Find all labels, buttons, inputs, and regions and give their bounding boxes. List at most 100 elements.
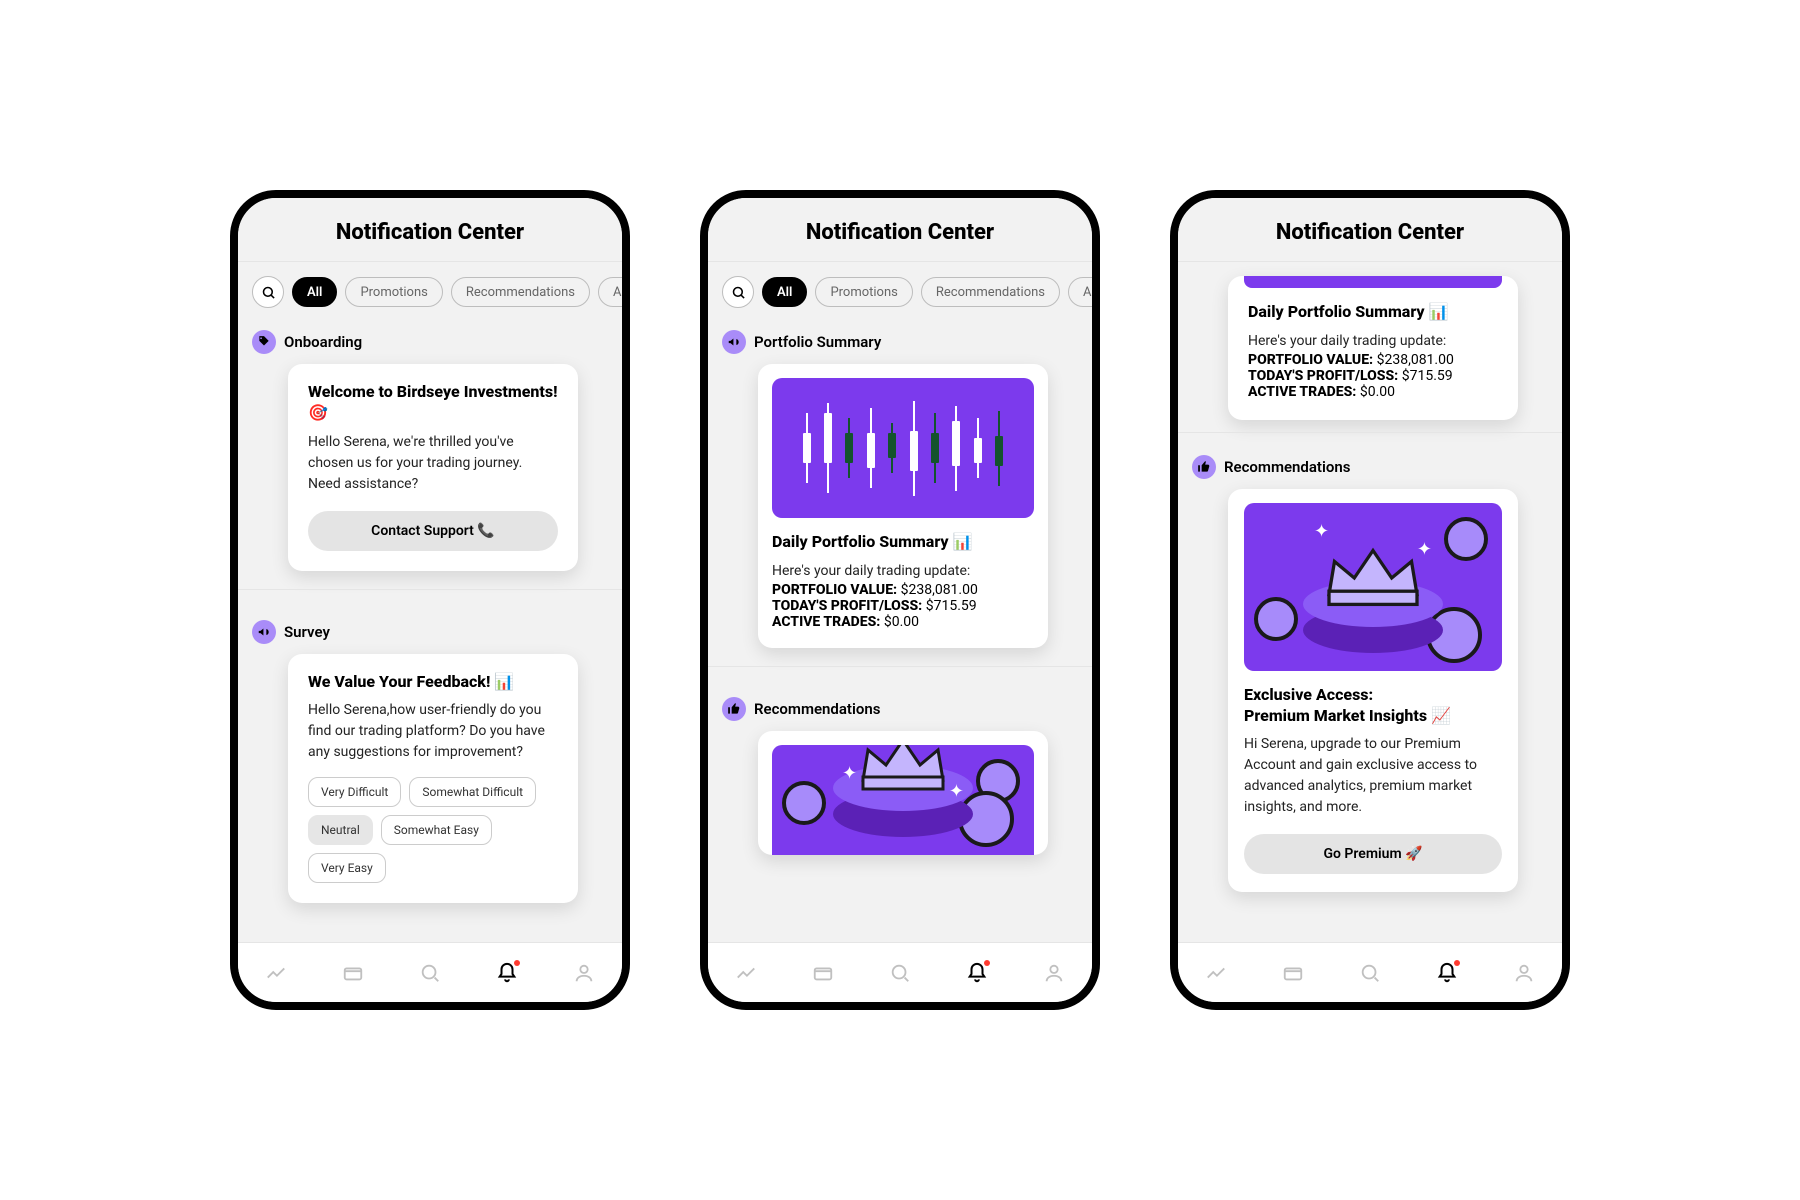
tab-all[interactable]: All [292,277,337,307]
phone-1-content: Notification Center All Promotions Recom… [238,198,622,942]
page-title: Notification Center [1178,220,1562,245]
nav-profile[interactable] [1041,960,1067,986]
option-somewhat-easy[interactable]: Somewhat Easy [381,815,492,845]
option-very-easy[interactable]: Very Easy [308,853,386,883]
nav-notifications[interactable] [1434,960,1460,986]
nav-trends[interactable] [263,960,289,986]
premium-card-title: Exclusive Access: Premium Market Insight… [1244,685,1502,727]
onboarding-card[interactable]: Welcome to Birdseye Investments! 🎯 Hello… [288,364,578,571]
search-button[interactable] [722,276,754,308]
notification-dot-icon [1454,960,1460,966]
phone-frame-2: Notification Center All Promotions Recom… [700,190,1100,1010]
tab-recommendations[interactable]: Recommendations [921,277,1060,307]
megaphone-icon [722,330,746,354]
crown-illustration: ✦ ✦ [1244,503,1502,671]
phone-frame-1: Notification Center All Promotions Recom… [230,190,630,1010]
sparkle-icon: ✦ [949,781,964,802]
pedestal-illustration [1303,607,1443,653]
nav-search[interactable] [1357,960,1383,986]
portfolio-card-title: Daily Portfolio Summary 📊 [772,532,1034,553]
nav-trends[interactable] [1203,960,1229,986]
premium-card[interactable]: ✦ ✦ Exclusive Access: Premium Market Ins… [1228,489,1518,893]
premium-card-body: Hi Serena, upgrade to our Premium Accoun… [1244,734,1502,818]
bottom-nav [1178,942,1562,1002]
recommendations-title: Recommendations [754,700,880,718]
section-divider [1178,432,1562,433]
app-header: Notification Center [238,198,622,262]
survey-card-title: We Value Your Feedback! 📊 [308,672,558,693]
tab-promotions[interactable]: Promotions [345,277,442,307]
portfolio-trades: ACTIVE TRADES: $0.00 [1248,384,1498,400]
nav-wallet[interactable] [1280,960,1306,986]
tab-recommendations[interactable]: Recommendations [451,277,590,307]
coin-icon [1254,597,1298,641]
nav-profile[interactable] [1511,960,1537,986]
nav-wallet[interactable] [810,960,836,986]
sparkle-icon: ✦ [1417,539,1432,560]
tab-all[interactable]: All [762,277,807,307]
portfolio-value: PORTFOLIO VALUE: $238,081.00 [772,582,1034,598]
tab-truncated[interactable]: An [598,277,622,307]
crown-icon [858,745,948,795]
sparkle-icon: ✦ [842,763,857,784]
thumbs-up-icon [722,697,746,721]
nav-notifications[interactable] [494,960,520,986]
portfolio-card[interactable]: Daily Portfolio Summary 📊 Here's your da… [758,364,1048,648]
tab-truncated[interactable]: An [1068,277,1092,307]
section-divider [238,589,622,590]
notification-dot-icon [984,960,990,966]
portfolio-intro: Here's your daily trading update: [1248,331,1498,352]
option-somewhat-difficult[interactable]: Somewhat Difficult [409,777,536,807]
page-title: Notification Center [238,220,622,245]
phone-frame-3: Notification Center Daily Portfolio Summ… [1170,190,1570,1010]
thumbs-up-icon [1192,455,1216,479]
onboarding-title: Onboarding [284,333,362,351]
onboarding-card-title: Welcome to Birdseye Investments! 🎯 [308,382,558,424]
notification-dot-icon [514,960,520,966]
onboarding-heading: Onboarding [252,322,608,364]
bottom-nav [238,942,622,1002]
filter-tabs: All Promotions Recommendations An [238,262,622,318]
onboarding-card-body: Hello Serena, we're thrilled you've chos… [308,432,558,495]
bottom-nav [708,942,1092,1002]
phone-3-content: Notification Center Daily Portfolio Summ… [1178,198,1562,942]
nav-notifications[interactable] [964,960,990,986]
contact-support-button[interactable]: Contact Support 📞 [308,511,558,551]
premium-card-partial[interactable]: ✦ ✦ [758,731,1048,855]
section-divider [708,666,1092,667]
nav-profile[interactable] [571,960,597,986]
go-premium-button[interactable]: Go Premium 🚀 [1244,834,1502,874]
recommendations-heading: Recommendations [722,689,1078,731]
nav-trends[interactable] [733,960,759,986]
portfolio-card-scrolled[interactable]: Daily Portfolio Summary 📊 Here's your da… [1228,276,1518,420]
survey-card[interactable]: We Value Your Feedback! 📊 Hello Serena,h… [288,654,578,904]
portfolio-heading: Portfolio Summary [722,322,1078,364]
app-header: Notification Center [1178,198,1562,262]
option-neutral[interactable]: Neutral [308,815,373,845]
portfolio-pl: TODAY'S PROFIT/LOSS: $715.59 [1248,368,1498,384]
search-icon [261,285,276,300]
nav-wallet[interactable] [340,960,366,986]
nav-search[interactable] [417,960,443,986]
crown-icon [1323,545,1423,611]
portfolio-title: Portfolio Summary [754,333,881,351]
crown-illustration: ✦ ✦ [772,745,1034,855]
portfolio-trades: ACTIVE TRADES: $0.00 [772,614,1034,630]
nav-search[interactable] [887,960,913,986]
portfolio-card-title: Daily Portfolio Summary 📊 [1248,302,1498,323]
recommendations-heading: Recommendations [1192,447,1548,489]
tab-promotions[interactable]: Promotions [815,277,912,307]
survey-section: Survey We Value Your Feedback! 📊 Hello S… [238,608,622,922]
option-very-difficult[interactable]: Very Difficult [308,777,401,807]
survey-options: Very Difficult Somewhat Difficult Neutra… [308,777,558,883]
sparkle-icon: ✦ [1314,521,1329,542]
coin-icon [782,781,826,825]
portfolio-value: PORTFOLIO VALUE: $238,081.00 [1248,352,1498,368]
coin-icon [1444,517,1488,561]
search-icon [731,285,746,300]
illustration-bottom-edge [1244,276,1502,288]
survey-title: Survey [284,623,330,641]
showcase-stage: Notification Center All Promotions Recom… [210,140,1590,1060]
search-button[interactable] [252,276,284,308]
survey-heading: Survey [252,612,608,654]
